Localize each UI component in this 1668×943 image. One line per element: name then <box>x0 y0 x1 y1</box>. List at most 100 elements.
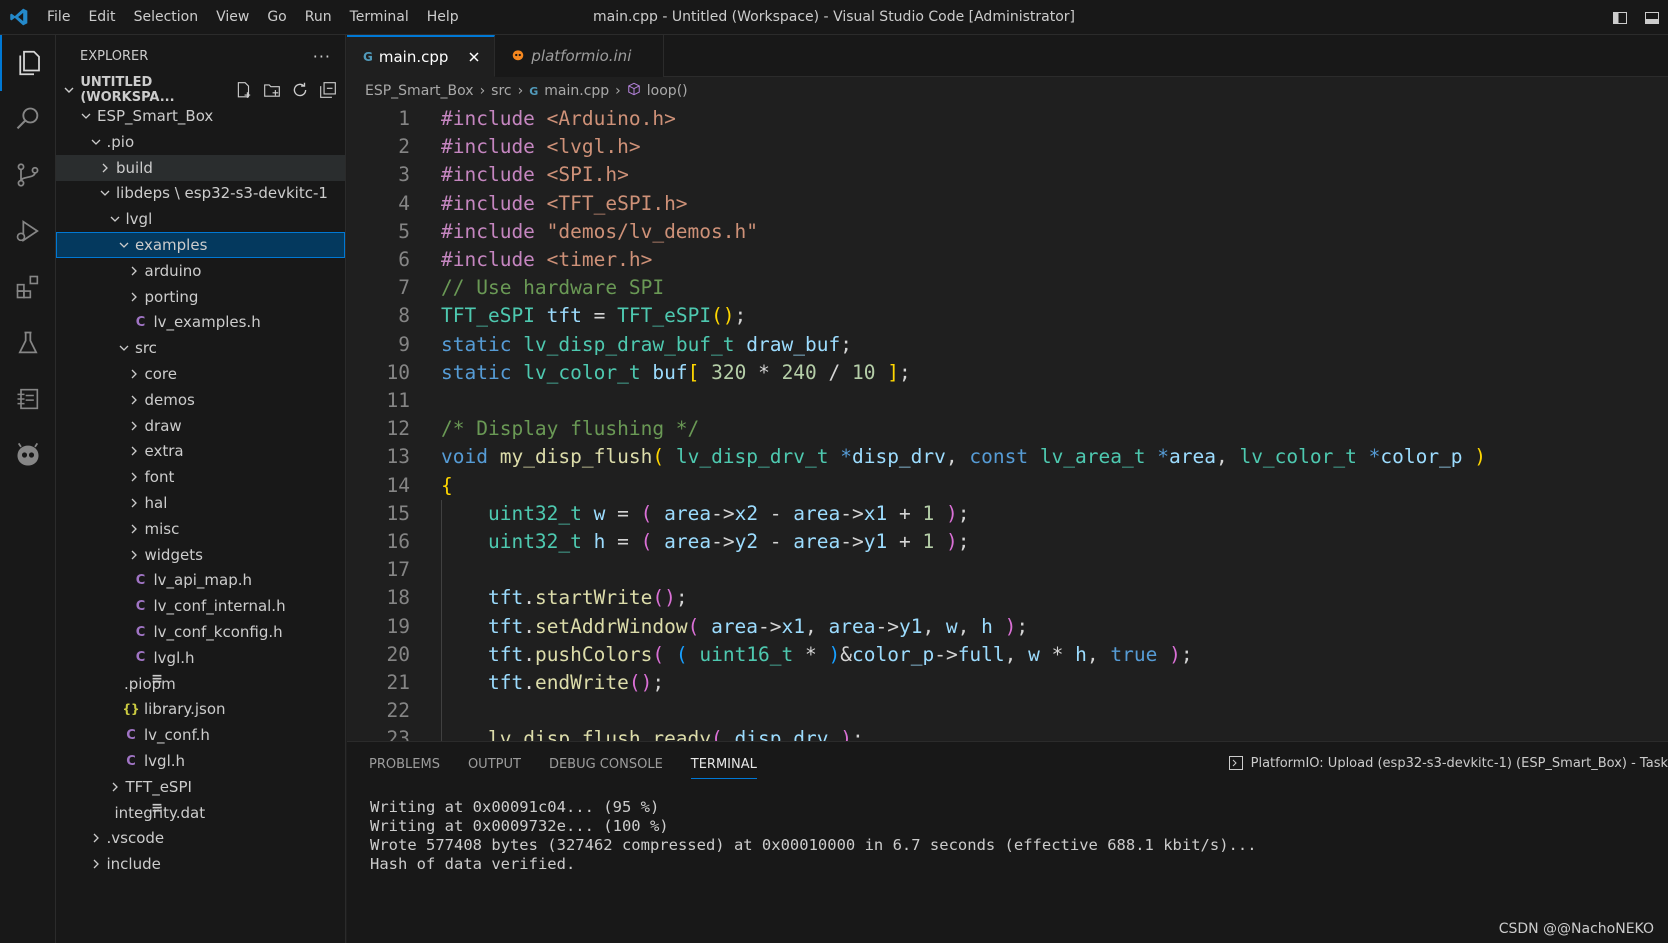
platformio-icon[interactable] <box>0 427 56 483</box>
close-icon[interactable] <box>466 49 482 65</box>
code-editor[interactable]: 1 #include <Arduino.h> 2 #include <lvgl.h> 3… <box>347 105 1668 741</box>
code-token: * <box>1039 642 1076 666</box>
more-actions-icon[interactable]: ··· <box>313 47 331 66</box>
file-item[interactable]: Clv_conf_internal.h <box>56 593 345 619</box>
folder-item[interactable]: hal <box>56 490 345 516</box>
folder-item[interactable]: misc <box>56 516 345 542</box>
code-token: * <box>746 360 782 384</box>
code-token: - <box>758 501 794 525</box>
toggle-sidebar-icon[interactable] <box>1608 6 1632 30</box>
folder-item[interactable]: porting <box>56 284 345 310</box>
file-item[interactable]: Clv_conf.h <box>56 722 345 748</box>
code-token: -> <box>711 501 735 525</box>
breadcrumb-item[interactable]: main.cpp <box>544 83 609 99</box>
code-token: endWrite <box>534 671 629 694</box>
file-item[interactable]: ≡ integrity.dat <box>56 800 345 826</box>
code-token: * <box>1368 445 1381 469</box>
chevron-right-icon: › <box>615 83 621 99</box>
terminal-task[interactable]: PlatformIO: Upload (esp32-s3-devkitc-1) … <box>1227 754 1668 772</box>
file-item[interactable]: {} library.json <box>56 696 345 722</box>
platformio-file-icon <box>511 48 525 65</box>
folder-item[interactable]: examples <box>56 232 345 258</box>
file-item[interactable]: ≡ .piopm <box>56 671 345 697</box>
line-number: 6 <box>398 248 410 271</box>
folder-item[interactable]: draw <box>56 413 345 439</box>
terminal-output[interactable]: Writing at 0x00091c04... (95 %) Writing a… <box>370 798 1257 874</box>
code-token: <lvgl.h> <box>546 135 641 159</box>
collapse-all-icon[interactable] <box>317 79 339 101</box>
folder-item[interactable]: core <box>56 361 345 387</box>
folder-item[interactable]: .pio <box>56 129 345 155</box>
tree-item-label: lv_conf_internal.h <box>153 597 286 616</box>
code-text: tft.endWrite(); <box>441 669 664 697</box>
tree-item-label: libdeps \ esp32-s3-devkitc-1 <box>116 184 328 203</box>
remote-explorer-icon[interactable] <box>0 371 56 427</box>
menu-item-help[interactable]: Help <box>418 0 468 35</box>
c-file-icon: C <box>135 314 146 330</box>
explorer-icon[interactable] <box>0 35 56 91</box>
testing-icon[interactable] <box>0 315 56 371</box>
source-control-icon[interactable] <box>0 147 56 203</box>
file-item[interactable]: Clv_api_map.h <box>56 567 345 593</box>
folder-item[interactable]: src <box>56 335 345 361</box>
toggle-panel-icon[interactable] <box>1640 6 1664 30</box>
panel-tab-output[interactable]: OUTPUT <box>468 757 521 772</box>
menu-item-run[interactable]: Run <box>296 0 341 35</box>
folder-item[interactable]: TFT_eSPI <box>56 774 345 800</box>
folder-item[interactable]: .vscode <box>56 825 345 851</box>
breadcrumb-item[interactable]: src <box>491 83 511 99</box>
terminal-line: Writing at 0x0009732e... (100 %) <box>370 817 669 835</box>
panel-tab-problems[interactable]: PROBLEMS <box>369 757 440 772</box>
file-item[interactable]: Clv_examples.h <box>56 309 345 335</box>
code-token: , <box>1215 445 1240 469</box>
folder-item[interactable]: arduino <box>56 258 345 284</box>
tree-item-label: font <box>144 468 175 487</box>
tab-main-cpp[interactable]: G main.cpp <box>347 35 496 77</box>
code-token: , <box>922 614 946 638</box>
cpp-file-icon: G <box>529 84 539 98</box>
file-item[interactable]: Clvgl.h <box>56 748 345 774</box>
new-folder-icon[interactable] <box>261 79 283 101</box>
tree-item-label: examples <box>135 236 208 254</box>
search-icon[interactable] <box>0 91 56 147</box>
menu-item-terminal[interactable]: Terminal <box>341 0 418 35</box>
folder-item[interactable]: font <box>56 464 345 490</box>
workspace-row[interactable]: UNTITLED (WORKSPA... <box>56 75 345 105</box>
code-token: ( <box>711 727 723 741</box>
chevron-right-icon <box>126 263 142 279</box>
folder-item[interactable]: libdeps \ esp32-s3-devkitc-1 <box>56 180 345 206</box>
panel-tab-debug-console[interactable]: DEBUG CONSOLE <box>549 757 663 772</box>
file-item[interactable]: Clv_conf_kconfig.h <box>56 619 345 645</box>
c-file-icon: C <box>135 650 146 666</box>
file-item[interactable]: Clvgl.h <box>56 645 345 671</box>
folder-item[interactable]: widgets <box>56 542 345 568</box>
menu-item-selection[interactable]: Selection <box>125 0 208 35</box>
menu-item-file[interactable]: File <box>38 0 79 35</box>
run-debug-icon[interactable] <box>0 203 56 259</box>
folder-item[interactable]: lvgl <box>56 206 345 232</box>
chevron-right-icon <box>126 469 142 485</box>
menu-item-view[interactable]: View <box>207 0 258 35</box>
tab-platformio-ini[interactable]: platformio.ini <box>495 35 665 77</box>
breadcrumb-item[interactable]: ESP_Smart_Box <box>365 83 474 99</box>
chevron-right-icon <box>126 289 142 305</box>
breadcrumb-item[interactable]: loop() <box>647 83 688 99</box>
extensions-icon[interactable] <box>0 259 56 315</box>
folder-item[interactable]: build <box>56 154 345 181</box>
folder-item[interactable]: ESP_Smart_Box <box>56 103 345 129</box>
menu-item-edit[interactable]: Edit <box>79 0 124 35</box>
menu-item-go[interactable]: Go <box>258 0 295 35</box>
folder-item[interactable]: demos <box>56 387 345 413</box>
code-token: #include <box>441 219 547 243</box>
refresh-icon[interactable] <box>289 79 311 101</box>
panel-tab-terminal[interactable]: TERMINAL <box>690 757 757 779</box>
new-file-icon[interactable] <box>233 79 255 101</box>
chevron-right-icon: › <box>479 83 486 99</box>
code-text: uint32_t h = ( area->y2 - area->y1 + 1 )… <box>441 528 970 556</box>
folder-item[interactable]: extra <box>56 438 345 464</box>
folder-item[interactable]: include <box>56 851 345 877</box>
